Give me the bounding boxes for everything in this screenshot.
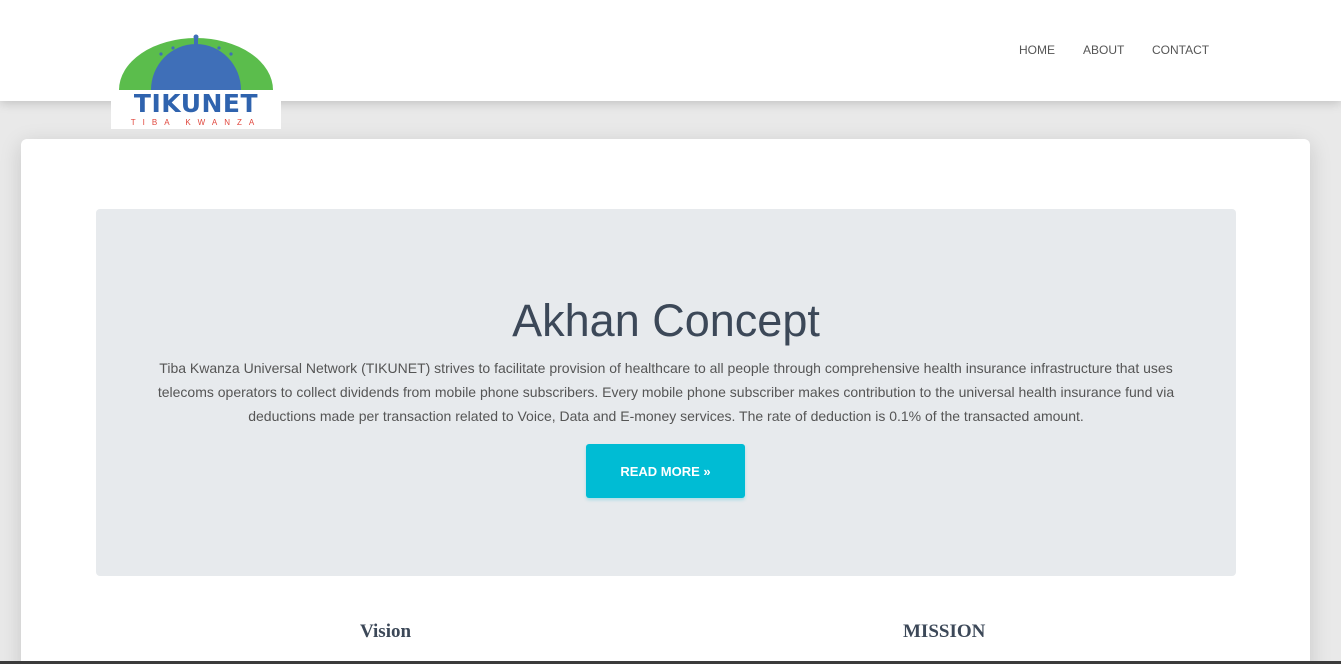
nav-about-link[interactable]: ABOUT [1083,43,1124,57]
logo-tagline: TIBA KWANZA [130,118,262,127]
nav-contact-link[interactable]: CONTACT [1152,43,1209,57]
vision-heading: Vision [360,621,412,642]
nav-home-link[interactable]: HOME [1019,43,1055,57]
umbrella-logo-icon [119,34,273,90]
site-logo[interactable]: TIKUNET TIBA KWANZA [111,34,281,129]
hero-panel: Akhan Concept Tiba Kwanza Universal Netw… [96,209,1236,576]
hero-description: Tiba Kwanza Universal Network (TIKUNET) … [157,360,1175,424]
main-content-card: Akhan Concept Tiba Kwanza Universal Netw… [21,139,1310,664]
logo-wordmark: TIKUNET [133,89,259,118]
hero-title: Akhan Concept [512,295,820,346]
read-more-button[interactable]: READ MORE » [586,444,745,498]
mission-heading: MISSION [903,621,986,642]
